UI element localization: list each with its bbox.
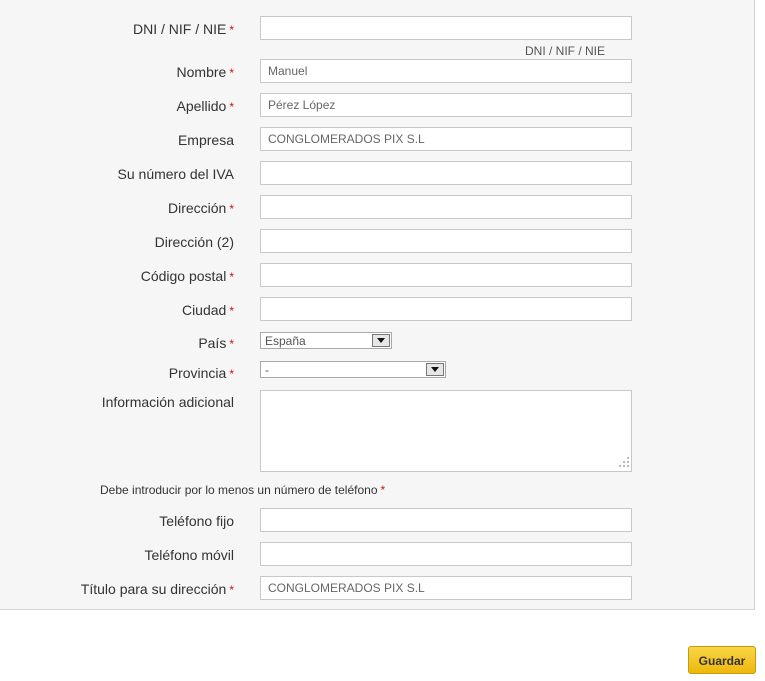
required-marker: * xyxy=(229,23,234,37)
direccion2-input[interactable] xyxy=(260,229,632,253)
required-marker: * xyxy=(229,337,234,351)
direccion2-label: Dirección (2) xyxy=(154,234,234,250)
info-textarea[interactable] xyxy=(260,390,632,472)
chevron-down-icon[interactable] xyxy=(426,363,444,376)
required-marker: * xyxy=(229,66,234,80)
telefono-fijo-input[interactable] xyxy=(260,508,632,532)
required-marker: * xyxy=(229,100,234,114)
empresa-label: Empresa xyxy=(177,132,234,148)
chevron-down-icon[interactable] xyxy=(372,334,390,347)
titulo-label: Título para su dirección * xyxy=(80,581,234,597)
required-marker: * xyxy=(229,270,234,284)
dni-label: DNI / NIF / NIE * xyxy=(132,21,234,37)
codigo-postal-label: Código postal * xyxy=(140,268,234,284)
direccion-input[interactable] xyxy=(260,195,632,219)
ciudad-input[interactable] xyxy=(260,297,632,321)
apellido-input[interactable]: Pérez López xyxy=(260,93,632,117)
telefono-movil-input[interactable] xyxy=(260,542,632,566)
direccion-label: Dirección * xyxy=(167,200,234,216)
nombre-input[interactable]: Manuel xyxy=(260,59,632,83)
required-marker: * xyxy=(229,304,234,318)
telefono-fijo-label: Teléfono fijo xyxy=(159,513,234,529)
telefono-movil-label: Teléfono móvil xyxy=(144,547,235,563)
required-marker: * xyxy=(229,583,234,597)
required-marker: * xyxy=(380,483,386,497)
titulo-input[interactable]: CONGLOMERADOS PIX S.L xyxy=(260,576,632,600)
pais-label: País * xyxy=(198,335,234,351)
pais-selected-value: España xyxy=(265,334,306,348)
resize-grip-icon[interactable] xyxy=(617,457,629,469)
iva-label: Su número del IVA xyxy=(117,166,234,182)
save-button[interactable]: Guardar xyxy=(688,646,756,674)
provincia-selected-value: - xyxy=(265,363,269,377)
address-form-panel: DNI / NIF / NIE * DNI / NIF / NIE Nombre *… xyxy=(0,0,755,610)
apellido-label: Apellido * xyxy=(176,98,235,114)
required-marker: * xyxy=(229,367,234,381)
provincia-label: Provincia * xyxy=(168,365,234,381)
phone-required-note: Debe introducir por lo menos un número d… xyxy=(100,483,386,497)
required-marker: * xyxy=(229,202,234,216)
iva-input[interactable] xyxy=(260,161,632,185)
provincia-select[interactable]: - xyxy=(260,361,446,378)
ciudad-label: Ciudad * xyxy=(181,302,234,318)
info-label: Información adicional xyxy=(101,394,234,410)
nombre-label: Nombre * xyxy=(176,64,234,80)
empresa-input[interactable]: CONGLOMERADOS PIX S.L xyxy=(260,127,632,151)
dni-hint: DNI / NIF / NIE xyxy=(525,44,606,58)
dni-input[interactable] xyxy=(260,16,632,40)
pais-select[interactable]: España xyxy=(260,332,392,349)
codigo-postal-input[interactable] xyxy=(260,263,632,287)
